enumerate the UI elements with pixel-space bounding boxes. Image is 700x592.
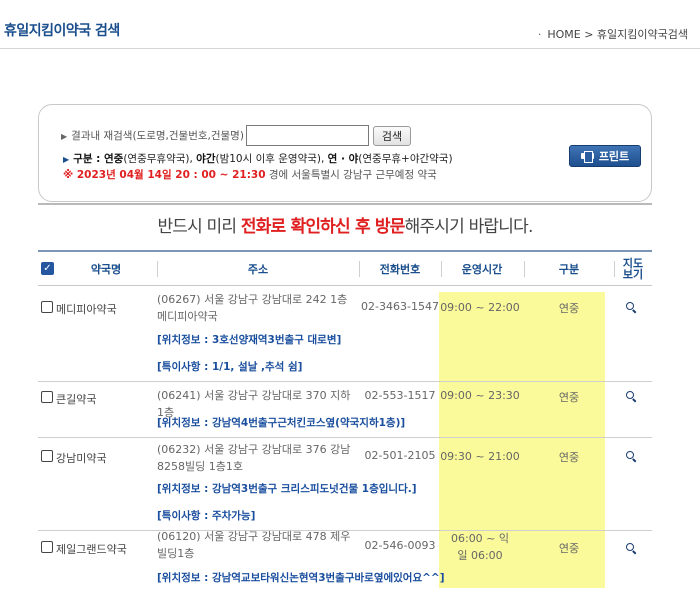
visit-notice: 반드시 미리 전화로 확인하신 후 방문해주시기 바랍니다. (157, 217, 533, 237)
breadcrumb[interactable]: · HOME > 휴일지킴이약국검색 (538, 26, 688, 42)
pharmacy-address: (06267) 서울 강남구 강남대로 242 1층 메디피아약국 (157, 293, 348, 323)
schedule-date: ※ 2023년 04월 14일 20 : 00 ~ 21:30 (63, 169, 266, 181)
printer-icon (580, 151, 594, 163)
header-separator (614, 261, 615, 277)
col-map: 지도보기 (622, 257, 644, 281)
pharmacy-phone: 02-553-1517 (364, 389, 436, 402)
map-search-icon[interactable] (626, 543, 638, 555)
pharmacy-type: 연중 (558, 391, 580, 404)
notice-divider (38, 203, 652, 205)
table-header: ✓ 약국명 주소 전화번호 운영시간 구분 지도보기 (38, 252, 652, 286)
table-row: 강남미약국 (06232) 서울 강남구 강남대로 376 강남8258빌딩 1… (38, 438, 652, 531)
search-button[interactable]: 검색 (372, 125, 412, 146)
row-checkbox[interactable] (41, 391, 53, 403)
table-row: 제일그랜드약국 (06120) 서울 강남구 강남대로 478 제우빌딩1층 [… (38, 530, 652, 592)
triangle-right-icon: ▶ (61, 132, 68, 141)
table-row: 메디피아약국 (06267) 서울 강남구 강남대로 242 1층 메디피아약국… (38, 287, 652, 382)
row-checkbox[interactable] (41, 450, 53, 462)
title-divider (0, 48, 700, 49)
location-info: [위치정보 : 강남역3번출구 크리스피도넛건물 1층입니다.] (157, 483, 417, 495)
col-address: 주소 (247, 263, 269, 276)
location-info: [위치정보 : 3호선양재역3번출구 대로변] (157, 334, 342, 346)
pharmacy-hours: 09:30 ~ 21:00 (440, 450, 520, 463)
type-legend: ▶ 구분 : 연중(연중무휴약국), 야간(밤10시 이후 운영약국), 연 · … (63, 153, 453, 165)
col-phone: 전화번호 (379, 263, 421, 276)
schedule-info: ※ 2023년 04월 14일 20 : 00 ~ 21:30 경에 서울특별시… (63, 169, 437, 181)
location-info: [위치정보 : 강남역교보타워신논현역3번출구바로옆에있어요^^] (157, 572, 445, 584)
page-title: 휴일지킴이약국 검색 (4, 23, 120, 39)
pharmacy-name: 메디피아약국 (56, 303, 117, 316)
research-label: ▶ 결과내 재검색(도로명,건물번호,건물명) (61, 130, 244, 142)
select-all-checkbox[interactable]: ✓ (41, 262, 54, 275)
breadcrumb-text[interactable]: HOME > 휴일지킴이약국검색 (547, 28, 688, 41)
pharmacy-name: 강남미약국 (56, 452, 107, 465)
pharmacy-type: 연중 (558, 542, 580, 555)
pharmacy-hours: 09:00 ~ 23:30 (440, 389, 520, 402)
triangle-right-icon: ▶ (63, 155, 70, 164)
print-label: 프린트 (598, 150, 630, 163)
row-checkbox[interactable] (41, 541, 53, 553)
col-type: 구분 (558, 263, 580, 276)
pharmacy-address: (06232) 서울 강남구 강남대로 376 강남8258빌딩 1층1호 (157, 443, 351, 473)
pharmacy-phone: 02-546-0093 (364, 539, 436, 552)
pharmacy-name: 제일그랜드약국 (56, 543, 127, 556)
map-search-icon[interactable] (626, 302, 638, 314)
map-search-icon[interactable] (626, 451, 638, 463)
pharmacy-phone: 02-501-2105 (364, 449, 436, 462)
print-button[interactable]: 프린트 (569, 145, 641, 167)
search-panel: ▶ 결과내 재검색(도로명,건물번호,건물명) 검색 ▶ 구분 : 연중(연중무휴약… (38, 104, 652, 202)
table-row: 큰길약국 (06241) 서울 강남구 강남대로 370 지하1층 [위치정보 … (38, 382, 652, 438)
col-name: 약국명 (90, 263, 122, 276)
location-info: [위치정보 : 강남역4번출구근처킨코스옆(약국지하1층)] (157, 417, 406, 429)
pharmacy-phone: 02-3463-1547 (361, 300, 439, 313)
pharmacy-type: 연중 (558, 302, 580, 315)
special-note: [특이사항 : 주차가능] (157, 510, 256, 522)
map-search-icon[interactable] (626, 391, 638, 403)
pharmacy-hours: 09:00 ~ 22:00 (440, 301, 520, 314)
pharmacy-address: (06120) 서울 강남구 강남대로 478 제우빌딩1층 (157, 530, 351, 560)
pharmacy-name: 큰길약국 (56, 393, 97, 406)
research-row: ▶ 결과내 재검색(도로명,건물번호,건물명) 검색 (61, 125, 412, 146)
row-checkbox[interactable] (41, 301, 53, 313)
special-note: [특이사항 : 1/1, 설날 ,추석 쉼] (157, 361, 303, 373)
pharmacy-type: 연중 (558, 451, 580, 464)
col-hours: 운영시간 (461, 263, 503, 276)
research-input[interactable] (245, 125, 369, 146)
breadcrumb-dot: · (537, 28, 542, 41)
pharmacy-hours: 06:00 ~ 익일 06:00 (450, 532, 510, 562)
